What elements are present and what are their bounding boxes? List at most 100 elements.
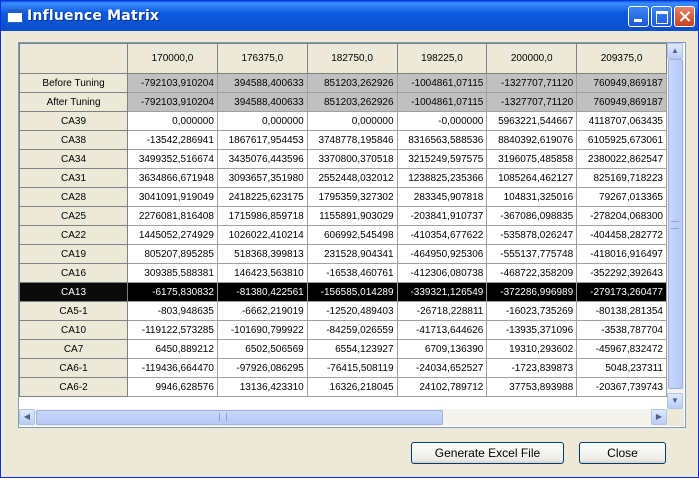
table-cell[interactable]: -1327707,71120 [486,92,578,112]
table-cell[interactable]: -404458,282772 [576,225,667,245]
table-row[interactable]: CA31 3634866,671948 3093657,351980 2552448,… [19,168,667,188]
table-cell[interactable]: -119436,664470 [127,358,218,378]
table-cell[interactable]: 1155891,903029 [306,206,398,226]
row-header[interactable]: CA38 [19,130,129,150]
table-cell[interactable]: 3634866,671948 [127,168,218,188]
table-cell[interactable]: 9946,628576 [127,377,218,397]
row-header[interactable]: After Tuning [19,92,129,112]
scroll-up-button[interactable]: ▲ [667,43,683,59]
close-window-button[interactable] [674,6,695,27]
table-cell[interactable]: 1238825,235366 [396,168,488,188]
row-header[interactable]: CA34 [19,149,129,169]
table-cell[interactable]: -535878,026247 [486,225,578,245]
row-header[interactable]: CA39 [19,111,129,131]
table-cell[interactable]: 1867617,954453 [216,130,308,150]
column-header[interactable]: 200000,0 [486,43,578,74]
table-cell[interactable]: -792103,910204 [127,73,218,93]
table-cell[interactable]: 283345,907818 [396,187,488,207]
table-row[interactable]: Before Tuning -792103,910204 394588,400633… [19,73,667,93]
row-header[interactable]: CA10 [19,320,129,340]
table-cell[interactable]: 3093657,351980 [216,168,308,188]
scroll-left-button[interactable]: ◀ [19,409,35,425]
table-cell[interactable]: -76415,508119 [306,358,398,378]
table-row[interactable]: CA28 3041091,919049 2418225,623175 1795359,… [19,187,667,207]
table-row[interactable]: CA38 -13542,286941 1867617,954453 3748778,1… [19,130,667,150]
table-cell[interactable]: 0,000000 [127,111,218,131]
table-cell[interactable]: -464950,925306 [396,244,488,264]
table-cell[interactable]: 2276081,816408 [127,206,218,226]
table-cell[interactable]: -6175,830832 [127,282,218,302]
table-cell[interactable]: 805207,895285 [127,244,218,264]
table-cell[interactable]: -101690,799922 [216,320,308,340]
column-header[interactable]: 182750,0 [306,43,398,74]
table-cell[interactable]: 6450,889212 [127,339,218,359]
table-cell[interactable]: 3196075,485858 [486,149,578,169]
table-cell[interactable]: 2552448,032012 [306,168,398,188]
column-header[interactable]: 170000,0 [127,43,218,74]
table-cell[interactable]: -792103,910204 [127,92,218,112]
table-cell[interactable]: 4118707,063435 [576,111,667,131]
table-cell[interactable]: 825169,718223 [576,168,667,188]
influence-matrix-grid[interactable]: 170000,0 176375,0 182750,0 198225,0 200000,0… [18,42,686,428]
table-row[interactable]: CA6-2 9946,628576 13136,423310 16326,218045… [19,377,667,397]
table-cell[interactable]: 3370800,370518 [306,149,398,169]
table-cell[interactable]: -156585,014289 [306,282,398,302]
table-cell[interactable]: -278204,068300 [576,206,667,226]
row-header[interactable]: CA25 [19,206,129,226]
table-row[interactable]: After Tuning -792103,910204 394588,400633 8… [19,92,667,112]
table-cell[interactable]: 0,000000 [306,111,398,131]
table-cell[interactable]: 3041091,919049 [127,187,218,207]
table-cell[interactable]: -13935,371096 [486,320,578,340]
table-cell[interactable]: 3215249,597575 [396,149,488,169]
table-cell[interactable]: -3538,787704 [576,320,667,340]
table-cell[interactable]: 24102,789712 [396,377,488,397]
table-cell[interactable]: -1004861,07115 [396,92,488,112]
table-cell[interactable]: 0,000000 [216,111,308,131]
horizontal-scroll-thumb[interactable] [36,410,443,425]
table-cell[interactable]: 606992,545498 [306,225,398,245]
row-header[interactable]: CA5-1 [19,301,129,321]
table-cell[interactable]: -84259,026559 [306,320,398,340]
horizontal-scrollbar[interactable]: ◀ ▶ [19,409,667,426]
vertical-scrollbar[interactable]: ▲ ▼ [667,43,684,409]
table-cell[interactable]: -279173,260477 [576,282,667,302]
table-cell[interactable]: -119122,573285 [127,320,218,340]
table-cell[interactable]: -555137,775748 [486,244,578,264]
row-header[interactable]: Before Tuning [19,73,129,93]
row-header[interactable]: CA7 [19,339,129,359]
table-cell[interactable]: 6554,123927 [306,339,398,359]
table-row[interactable]: CA7 6450,889212 6502,506569 6554,123927 6709… [19,339,667,359]
table-cell[interactable]: -16023,735269 [486,301,578,321]
row-header[interactable]: CA31 [19,168,129,188]
table-cell[interactable]: 3748778,195846 [306,130,398,150]
table-cell[interactable]: 6709,136390 [396,339,488,359]
row-header[interactable]: CA19 [19,244,129,264]
table-cell[interactable]: 5048,237311 [576,358,667,378]
table-cell[interactable]: -26718,228811 [396,301,488,321]
table-cell[interactable]: -372286,996989 [486,282,578,302]
column-header[interactable]: 176375,0 [216,43,308,74]
table-row[interactable]: CA5-1 -803,948635 -6662,219019 -12520,48940… [19,301,667,321]
table-cell[interactable]: -803,948635 [127,301,218,321]
table-cell[interactable]: 5963221,544667 [486,111,578,131]
table-cell[interactable]: -16538,460761 [306,263,398,283]
table-cell[interactable]: 37753,893988 [486,377,578,397]
table-cell[interactable]: -412306,080738 [396,263,488,283]
table-cell[interactable]: 2380022,862547 [576,149,667,169]
table-cell[interactable]: 6105925,673061 [576,130,667,150]
table-cell[interactable]: 231528,904341 [306,244,398,264]
table-cell[interactable]: -80138,281354 [576,301,667,321]
scroll-down-button[interactable]: ▼ [667,393,683,409]
table-cell[interactable]: 760949,869187 [576,73,667,93]
column-header[interactable]: 198225,0 [396,43,488,74]
table-cell[interactable]: -0,000000 [396,111,488,131]
table-cell[interactable]: -45967,832472 [576,339,667,359]
table-row[interactable]: CA10 -119122,573285 -101690,799922 -84259,0… [19,320,667,340]
table-cell[interactable]: -6662,219019 [216,301,308,321]
table-cell[interactable]: 146423,563810 [216,263,308,283]
table-cell[interactable]: 760949,869187 [576,92,667,112]
table-cell[interactable]: -418016,916497 [576,244,667,264]
title-bar[interactable]: Influence Matrix [1,1,698,31]
table-cell[interactable]: -468722,358209 [486,263,578,283]
table-cell[interactable]: 1026022,410214 [216,225,308,245]
